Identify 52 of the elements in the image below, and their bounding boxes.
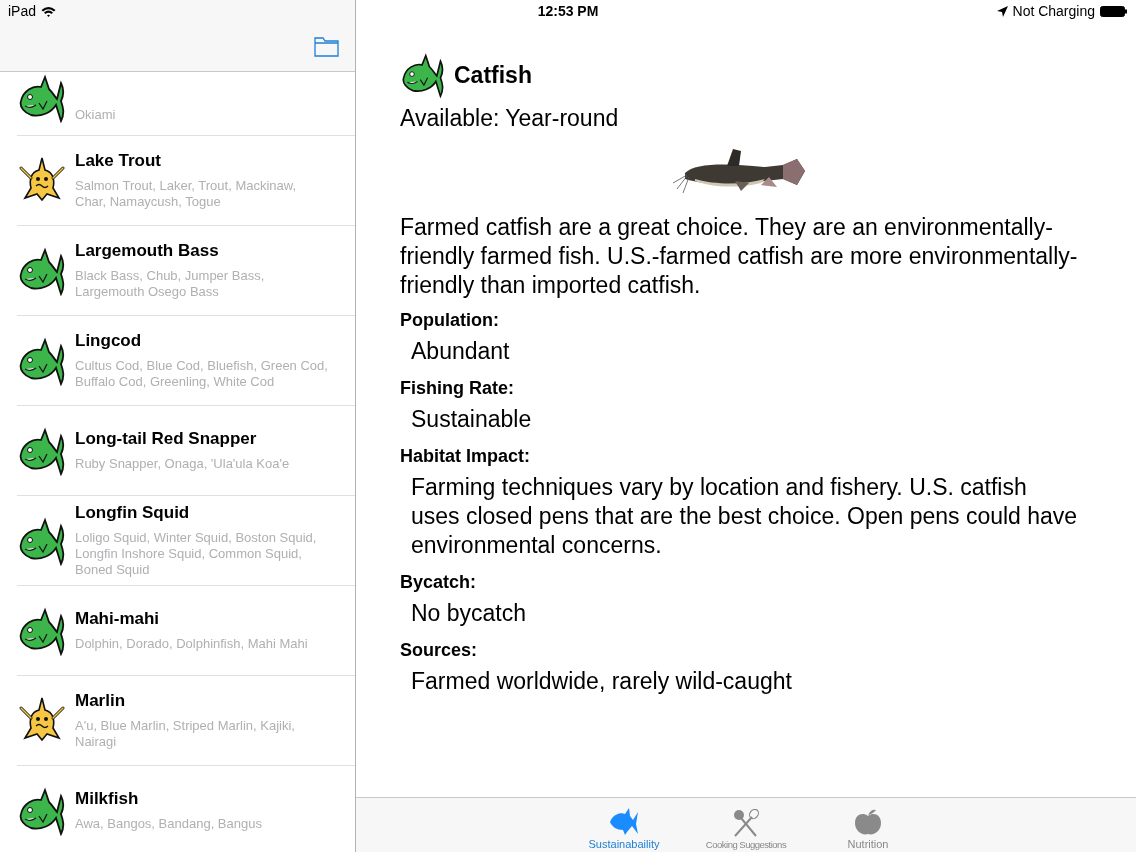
- fish-name: Lingcod: [75, 331, 143, 351]
- fish-aliases: Loligo Squid, Winter Squid, Boston Squid, Longfin Inshore Squid, Common Squid, Boned Squid: [75, 530, 318, 578]
- clock-time: 12:53 PM: [537, 3, 599, 19]
- section-label: Fishing Rate:: [400, 378, 515, 399]
- section-label: Sources:: [400, 640, 479, 661]
- tab-bar-item[interactable]: Sustainabaility: [563, 798, 685, 852]
- fish-aliases: Ruby Snapper, Onaga, 'Ula'ula Koa'e: [75, 456, 291, 472]
- fish-icon: [400, 52, 446, 98]
- location-arrow-icon: [996, 5, 1008, 17]
- battery-icon: [1100, 5, 1128, 17]
- fish-list-row[interactable]: Milkfish Awa, Bangos, Bandang, Bangus: [17, 766, 355, 852]
- section-label: Bycatch:: [400, 572, 478, 593]
- fish-icon: [17, 73, 67, 123]
- section-value: Sustainable: [411, 405, 533, 434]
- fish-aliases: Cultus Cod, Blue Cod, Bluefish, Green Cod, Buffalo Cod, Greenling, White Cod: [75, 358, 329, 390]
- section-label: Habitat Impact:: [400, 446, 532, 467]
- spoon-and-whisk-icon: [731, 809, 761, 837]
- tab-bar-item[interactable]: Cooking Suggestions: [685, 798, 807, 852]
- section-label: Population:: [400, 310, 500, 331]
- fish-aliases: Awa, Bangos, Bandang, Bangus: [75, 816, 263, 832]
- fish-list-row[interactable]: Long-tail Red Snapper Ruby Snapper, Onaga, 'Ula'ula Koa'e: [17, 406, 355, 496]
- fish-list-row[interactable]: Longfin Squid Loligo Squid, Winter Squid, Boston Squid, Longfin Inshore Squid, Common Squid, Boned Squid: [17, 496, 355, 586]
- fish-aliases: Okiami: [75, 107, 117, 123]
- fish-list-row[interactable]: Lingcod Cultus Cod, Blue Cod, Bluefish, Green Cod, Buffalo Cod, Greenling, White Cod: [17, 316, 355, 406]
- wifi-icon: [41, 5, 57, 17]
- fish-list-row[interactable]: Marlin A'u, Blue Marlin, Striped Marlin, Kajiki, Nairagi: [17, 676, 355, 766]
- fish-name: Largemouth Bass: [75, 241, 220, 261]
- charging-status: Not Charging: [1012, 3, 1095, 19]
- fish-list-row[interactable]: Largemouth Bass Black Bass, Chub, Jumper Bass, Largemouth Osego Bass: [17, 226, 355, 316]
- section-value: Farmed worldwide, rarely wild-caught: [411, 667, 793, 696]
- fish-aliases: Dolphin, Dorado, Dolphinfish, Mahi Mahi: [75, 636, 309, 652]
- fish-icon: [609, 808, 639, 836]
- description: Farmed catfish are a great choice. They are an environmentally-friendly farmed fish. U.S.-farmed catfish are more environmentally-friendly than imported catfish.: [400, 213, 1079, 300]
- fish-list-row[interactable]: Lake Trout Salmon Trout, Laker, Trout, Mackinaw, Char, Namaycush, Togue: [17, 136, 355, 226]
- fish-title: Catfish: [454, 61, 532, 89]
- fish-aliases: A'u, Blue Marlin, Striped Marlin, Kajiki, Nairagi: [75, 718, 296, 750]
- fish-name: Long-tail Red Snapper: [75, 429, 258, 449]
- device-name: iPad: [8, 3, 37, 19]
- fish-name: Longfin Squid: [75, 503, 191, 523]
- folder-icon[interactable]: [314, 37, 339, 57]
- section-value: No bycatch: [411, 599, 528, 628]
- fish-name: Marlin: [75, 691, 127, 711]
- section-value: Farming techniques vary by location and fishery. U.S. catfish uses closed pens that are the best choice. Open pens could have environmental concerns.: [411, 473, 1079, 560]
- fish-aliases: Black Bass, Chub, Jumper Bass, Largemouth Osego Bass: [75, 268, 266, 300]
- fish-list-row[interactable]: Mahi-mahi Dolphin, Dorado, Dolphinfish, Mahi Mahi: [17, 586, 355, 676]
- apple-icon: [853, 808, 883, 836]
- section-value: Abundant: [411, 337, 511, 366]
- availability: Available: Year-round: [400, 104, 620, 133]
- fish-aliases: Salmon Trout, Laker, Trout, Mackinaw, Char, Namaycush, Togue: [75, 178, 298, 210]
- fish-name: Lake Trout: [75, 151, 162, 171]
- fish-name: Milkfish: [75, 789, 140, 809]
- fish-name: Mahi-mahi: [75, 609, 161, 629]
